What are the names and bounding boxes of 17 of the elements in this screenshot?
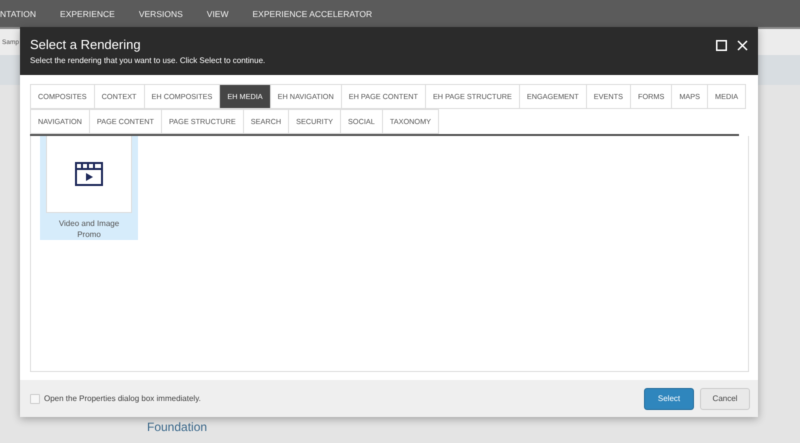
video-icon bbox=[75, 162, 103, 186]
select-button[interactable]: Select bbox=[644, 388, 694, 410]
nav-item[interactable]: VERSIONS bbox=[138, 8, 183, 18]
rendering-name: Video and Image Promo bbox=[58, 219, 120, 240]
nav-item[interactable]: VIEW bbox=[206, 8, 229, 18]
dialog-title: Select a Rendering bbox=[30, 37, 142, 52]
dialog-subtitle: Select the rendering that you want to use. Click Select to continue. bbox=[30, 56, 266, 65]
nav-item[interactable]: NTATION bbox=[0, 8, 36, 18]
nav-item[interactable]: EXPERIENCE ACCELERATOR bbox=[252, 8, 372, 18]
logo-text: Foundation bbox=[147, 420, 208, 434]
checkbox[interactable] bbox=[30, 394, 40, 404]
checkbox-label: Open the Properties dialog box immediately. bbox=[44, 394, 201, 403]
maximize-icon[interactable] bbox=[716, 40, 727, 51]
close-icon[interactable] bbox=[737, 40, 748, 51]
nav-item[interactable]: EXPERIENCE bbox=[60, 8, 115, 18]
cancel-button[interactable]: Cancel bbox=[700, 388, 750, 410]
rendering-item[interactable]: Video and Image Promo bbox=[40, 136, 138, 240]
